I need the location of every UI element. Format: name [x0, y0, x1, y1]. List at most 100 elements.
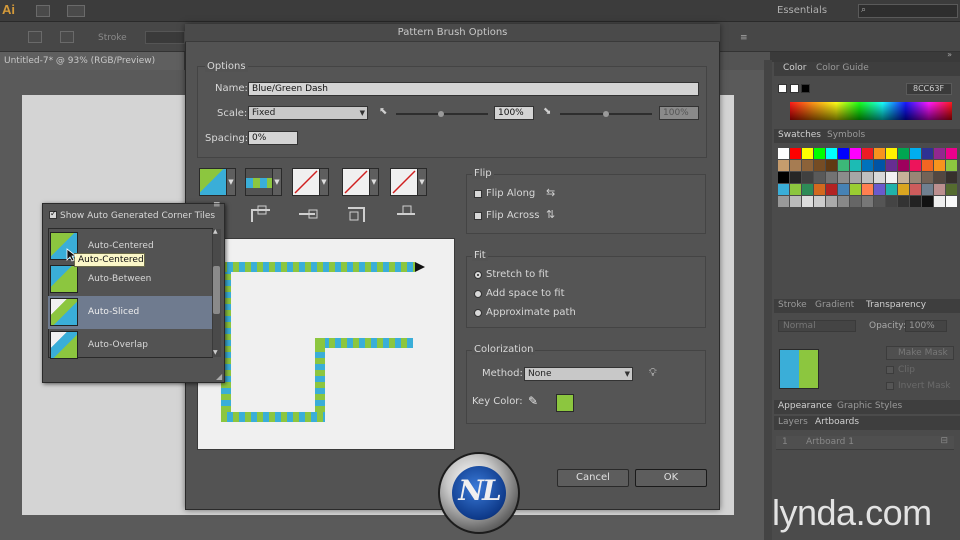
opacity-field[interactable]: 100% — [905, 320, 947, 332]
swatch[interactable] — [790, 172, 801, 183]
swatch[interactable] — [874, 160, 885, 171]
swatch[interactable] — [814, 172, 825, 183]
fill-stroke-icon[interactable] — [60, 31, 74, 43]
eyedropper-icon[interactable]: ✎ — [528, 394, 538, 408]
end-tile[interactable] — [390, 168, 418, 196]
swatch[interactable] — [946, 172, 957, 183]
swatch[interactable] — [814, 148, 825, 159]
invert-mask-checkbox[interactable] — [886, 382, 894, 390]
blend-mode-select[interactable]: Normal — [778, 320, 856, 332]
swatch[interactable] — [886, 196, 897, 207]
swatch[interactable] — [934, 160, 945, 171]
inner-corner-tile-menu[interactable]: ▼ — [320, 168, 329, 196]
swatch[interactable] — [886, 160, 897, 171]
swatch[interactable] — [946, 196, 957, 207]
swatch[interactable] — [778, 196, 789, 207]
tab-artboards[interactable]: Artboards — [815, 417, 859, 427]
tab-layers[interactable]: Layers — [778, 417, 808, 427]
swatch[interactable] — [814, 196, 825, 207]
start-tile[interactable] — [342, 168, 370, 196]
popup-scrollbar-thumb[interactable] — [213, 266, 220, 314]
transparency-thumbnail[interactable] — [779, 349, 819, 389]
help-icon[interactable] — [28, 31, 42, 43]
swatch[interactable] — [946, 160, 957, 171]
method-select[interactable]: None ▼ — [524, 367, 633, 381]
end-tile-menu[interactable]: ▼ — [418, 168, 427, 196]
swatch[interactable] — [802, 184, 813, 195]
swatch[interactable] — [898, 160, 909, 171]
swatch[interactable] — [778, 148, 789, 159]
tab-appearance[interactable]: Appearance — [778, 401, 832, 411]
flip-along-checkbox[interactable] — [474, 190, 482, 198]
swatch[interactable] — [898, 184, 909, 195]
swatch[interactable] — [790, 148, 801, 159]
clip-checkbox[interactable] — [886, 366, 894, 374]
swatch[interactable] — [862, 184, 873, 195]
swatch[interactable] — [898, 148, 909, 159]
swatch[interactable] — [826, 172, 837, 183]
swatch[interactable] — [838, 160, 849, 171]
swatch[interactable] — [838, 184, 849, 195]
popup-menu-icon[interactable]: ≡ — [213, 200, 221, 210]
show-corner-tiles-checkbox[interactable]: ✓ — [49, 209, 57, 219]
swatch[interactable] — [910, 196, 921, 207]
swatch[interactable] — [826, 160, 837, 171]
swatch[interactable] — [778, 160, 789, 171]
swatch[interactable] — [922, 172, 933, 183]
swatch[interactable] — [886, 184, 897, 195]
swatch[interactable] — [850, 160, 861, 171]
scroll-up-icon[interactable]: ▲ — [213, 228, 218, 235]
ok-button[interactable]: OK — [635, 469, 707, 487]
swatch[interactable] — [874, 172, 885, 183]
swatch[interactable] — [862, 160, 873, 171]
tab-transparency[interactable]: Transparency — [866, 300, 926, 310]
make-mask-button[interactable]: Make Mask — [886, 346, 954, 360]
stretch-to-fit-radio[interactable] — [474, 271, 482, 279]
swatch[interactable] — [946, 184, 957, 195]
tab-color-guide[interactable]: Color Guide — [816, 63, 869, 73]
hex-color-field[interactable]: 8CC63F — [906, 83, 952, 95]
scale-value-input[interactable]: 100% — [494, 106, 534, 120]
add-space-to-fit-radio[interactable] — [474, 290, 482, 298]
swatch[interactable] — [838, 148, 849, 159]
start-tile-menu[interactable]: ▼ — [370, 168, 379, 196]
tab-color[interactable]: Color — [783, 63, 807, 73]
swatch[interactable] — [874, 148, 885, 159]
side-tile-menu[interactable]: ▼ — [273, 168, 282, 196]
artboard-row[interactable]: 1 Artboard 1 ⊟ — [776, 436, 954, 450]
spacing-input[interactable]: 0% — [248, 131, 298, 145]
swatch[interactable] — [814, 160, 825, 171]
swatch[interactable] — [898, 196, 909, 207]
tab-symbols[interactable]: Symbols — [827, 130, 865, 140]
swatch[interactable] — [826, 196, 837, 207]
swatch[interactable] — [910, 148, 921, 159]
swatch[interactable] — [838, 196, 849, 207]
cancel-button[interactable]: Cancel — [557, 469, 629, 487]
swatch[interactable] — [910, 172, 921, 183]
swatch[interactable] — [862, 172, 873, 183]
swatch[interactable] — [838, 172, 849, 183]
swatch[interactable] — [934, 196, 945, 207]
scroll-down-icon[interactable]: ▼ — [213, 349, 218, 356]
key-color-swatch[interactable] — [556, 394, 574, 412]
swatch[interactable] — [862, 196, 873, 207]
swatch[interactable] — [934, 172, 945, 183]
swatch[interactable] — [946, 148, 957, 159]
variation-value-input[interactable]: 100% — [659, 106, 699, 120]
color-spectrum[interactable] — [790, 102, 952, 120]
swatch[interactable] — [910, 160, 921, 171]
outer-corner-tile-menu[interactable]: ▼ — [227, 168, 236, 196]
control-menu-icon[interactable]: ≡ — [740, 33, 748, 43]
swatch[interactable] — [874, 184, 885, 195]
swatch[interactable] — [934, 184, 945, 195]
swatch[interactable] — [802, 160, 813, 171]
swatch[interactable] — [886, 148, 897, 159]
swatch[interactable] — [790, 196, 801, 207]
outer-corner-tile[interactable] — [199, 168, 227, 196]
tips-lightbulb-icon[interactable]: 💡︎ — [649, 366, 657, 380]
swatch[interactable] — [886, 172, 897, 183]
scale-mode-select[interactable]: Fixed ▼ — [248, 106, 368, 120]
black-swatch[interactable] — [801, 84, 810, 93]
resize-grip-icon[interactable]: ◢ — [216, 372, 222, 381]
tab-graphic-styles[interactable]: Graphic Styles — [837, 401, 902, 411]
